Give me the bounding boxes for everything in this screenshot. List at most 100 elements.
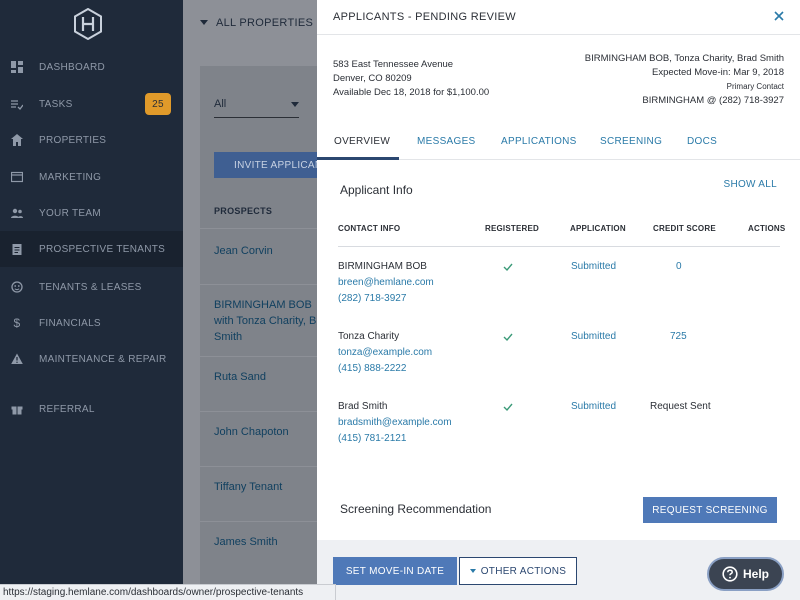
tab-applications[interactable]: APPLICATIONS — [501, 136, 577, 147]
column-header-credit-score: CREDIT SCORE — [653, 224, 716, 233]
sidebar-item-properties[interactable]: PROPERTIES — [0, 122, 183, 158]
availability-text: Available Dec 18, 2018 for $1,100.00 — [333, 87, 490, 98]
property-selector-label: ALL PROPERTIES — [216, 17, 314, 29]
credit-score-status: Request Sent — [650, 401, 711, 412]
other-actions-label: OTHER ACTIONS — [480, 565, 567, 577]
help-label: Help — [742, 567, 769, 581]
filter-value: All — [214, 98, 227, 110]
tasks-count-badge: 25 — [145, 93, 171, 115]
marketing-icon — [11, 171, 23, 183]
sidebar-item-maintenance-repair[interactable]: MAINTENANCE & REPAIR — [0, 341, 183, 377]
registered-check-icon — [503, 403, 513, 412]
prospect-name: John Chapoton — [214, 426, 289, 438]
applicant-email-link[interactable]: tonza@example.com — [338, 345, 432, 361]
column-header-registered: REGISTERED — [485, 224, 540, 233]
tenant-summary: BIRMINGHAM BOB, Tonza Charity, Brad Smit… — [585, 52, 784, 108]
column-header-contact-info: CONTACT INFO — [338, 224, 401, 233]
tab-screening[interactable]: SCREENING — [600, 136, 662, 147]
applicant-email-link[interactable]: breen@hemlane.com — [338, 275, 434, 291]
dollar-icon: $ — [13, 316, 21, 330]
prospect-name: Ruta Sand — [214, 371, 266, 383]
modal-tabs: OVERVIEW MESSAGES APPLICATIONS SCREENING… — [317, 126, 800, 160]
home-icon — [11, 134, 23, 146]
tasks-icon — [11, 98, 23, 110]
modal-footer: SET MOVE-IN DATE OTHER ACTIONS Help — [317, 540, 800, 600]
sidebar-item-financials[interactable]: $ FINANCIALS — [0, 305, 183, 341]
tab-overview[interactable]: OVERVIEW — [334, 136, 390, 147]
sidebar-item-your-team[interactable]: YOUR TEAM — [0, 195, 183, 231]
show-all-link[interactable]: SHOW ALL — [723, 179, 777, 190]
sidebar-item-label: YOUR TEAM — [39, 207, 101, 219]
prospects-column-header: PROSPECTS — [214, 206, 273, 216]
sidebar-item-label: TASKS — [39, 98, 73, 110]
chevron-down-icon — [291, 102, 299, 107]
application-status-link[interactable]: Submitted — [571, 329, 616, 345]
application-status-link[interactable]: Submitted — [571, 399, 616, 415]
applicant-contact: Brad Smith bradsmith@example.com (415) 7… — [338, 399, 452, 447]
registered-check-icon — [503, 263, 513, 272]
address-line: Denver, CO 80209 — [333, 73, 412, 84]
sidebar-item-marketing[interactable]: MARKETING — [0, 159, 183, 195]
primary-contact-value: BIRMINGHAM @ (282) 718-3927 — [642, 95, 784, 106]
property-address: 583 East Tennessee Avenue Denver, CO 802… — [333, 58, 489, 100]
credit-score-value[interactable]: 0 — [676, 259, 682, 275]
clipboard-icon — [11, 243, 23, 255]
applicants-modal: APPLICANTS - PENDING REVIEW 583 East Ten… — [317, 0, 800, 600]
applicant-email-link[interactable]: bradsmith@example.com — [338, 415, 452, 431]
credit-score-value[interactable]: 725 — [670, 329, 687, 345]
sidebar-item-tenants-leases[interactable]: TENANTS & LEASES — [0, 269, 183, 305]
browser-status-url: https://staging.hemlane.com/dashboards/o… — [0, 584, 336, 600]
active-tab-indicator — [317, 157, 399, 160]
applicant-contact: BIRMINGHAM BOB breen@hemlane.com (282) 7… — [338, 259, 434, 307]
column-header-application: APPLICATION — [570, 224, 626, 233]
applicant-phone-link[interactable]: (282) 718-3927 — [338, 291, 434, 307]
set-move-in-date-button[interactable]: SET MOVE-IN DATE — [333, 557, 457, 585]
sidebar-item-label: TENANTS & LEASES — [39, 281, 142, 293]
other-actions-button[interactable]: OTHER ACTIONS — [459, 557, 577, 585]
gift-icon — [11, 403, 23, 415]
modal-header: APPLICANTS - PENDING REVIEW — [317, 0, 800, 35]
dashboard-icon — [11, 61, 23, 73]
primary-contact-label: Primary Contact — [726, 82, 784, 91]
prospect-name: James Smith — [214, 536, 278, 548]
chevron-down-icon — [200, 20, 208, 25]
applicant-contact: Tonza Charity tonza@example.com (415) 88… — [338, 329, 432, 377]
sidebar-item-referral[interactable]: REFERRAL — [0, 391, 183, 427]
question-circle-icon — [722, 566, 738, 582]
sidebar-item-label: PROSPECTIVE TENANTS — [39, 243, 166, 255]
help-button[interactable]: Help — [707, 557, 784, 591]
sidebar-item-label: PROPERTIES — [39, 134, 107, 146]
request-screening-button[interactable]: REQUEST SCREENING — [643, 497, 777, 523]
applicant-phone-link[interactable]: (415) 781-2121 — [338, 431, 452, 447]
tenant-names: BIRMINGHAM BOB, Tonza Charity, Brad Smit… — [584, 53, 784, 64]
tab-messages[interactable]: MESSAGES — [417, 136, 476, 147]
hemlane-logo-icon[interactable] — [73, 8, 103, 40]
applicant-phone-link[interactable]: (415) 888-2222 — [338, 361, 432, 377]
tab-docs[interactable]: DOCS — [687, 136, 717, 147]
sidebar-item-dashboard[interactable]: DASHBOARD — [0, 49, 183, 85]
prospect-name: Jean Corvin — [214, 245, 273, 257]
sidebar-item-label: DASHBOARD — [39, 61, 106, 73]
applicant-info-title: Applicant Info — [340, 183, 413, 197]
sidebar-item-prospective-tenants[interactable]: PROSPECTIVE TENANTS — [0, 231, 183, 267]
sidebar-item-tasks[interactable]: TASKS 25 — [0, 86, 183, 122]
applicant-name: Brad Smith — [338, 401, 388, 412]
sidebar-item-label: FINANCIALS — [39, 317, 101, 329]
prospect-name: Tiffany Tenant — [214, 481, 283, 493]
applicant-name: BIRMINGHAM BOB — [338, 261, 427, 272]
sidebar: DASHBOARD TASKS 25 PROPERTIES MARKETING … — [0, 0, 183, 600]
sidebar-item-label: MAINTENANCE & REPAIR — [39, 353, 167, 365]
prospect-filter-select[interactable]: All — [214, 96, 299, 118]
column-header-actions: ACTIONS — [748, 224, 786, 233]
chevron-down-icon — [469, 569, 476, 573]
registered-check-icon — [503, 333, 513, 342]
table-divider — [338, 246, 780, 247]
address-line: 583 East Tennessee Avenue — [333, 59, 454, 70]
close-icon[interactable] — [772, 9, 786, 23]
application-status-link[interactable]: Submitted — [571, 259, 616, 275]
expected-move-in: Expected Move-in: Mar 9, 2018 — [651, 67, 784, 78]
modal-title: APPLICANTS - PENDING REVIEW — [333, 11, 516, 23]
warning-icon — [11, 353, 23, 365]
screening-recommendation-title: Screening Recommendation — [340, 502, 492, 516]
applicant-name: Tonza Charity — [338, 331, 400, 342]
